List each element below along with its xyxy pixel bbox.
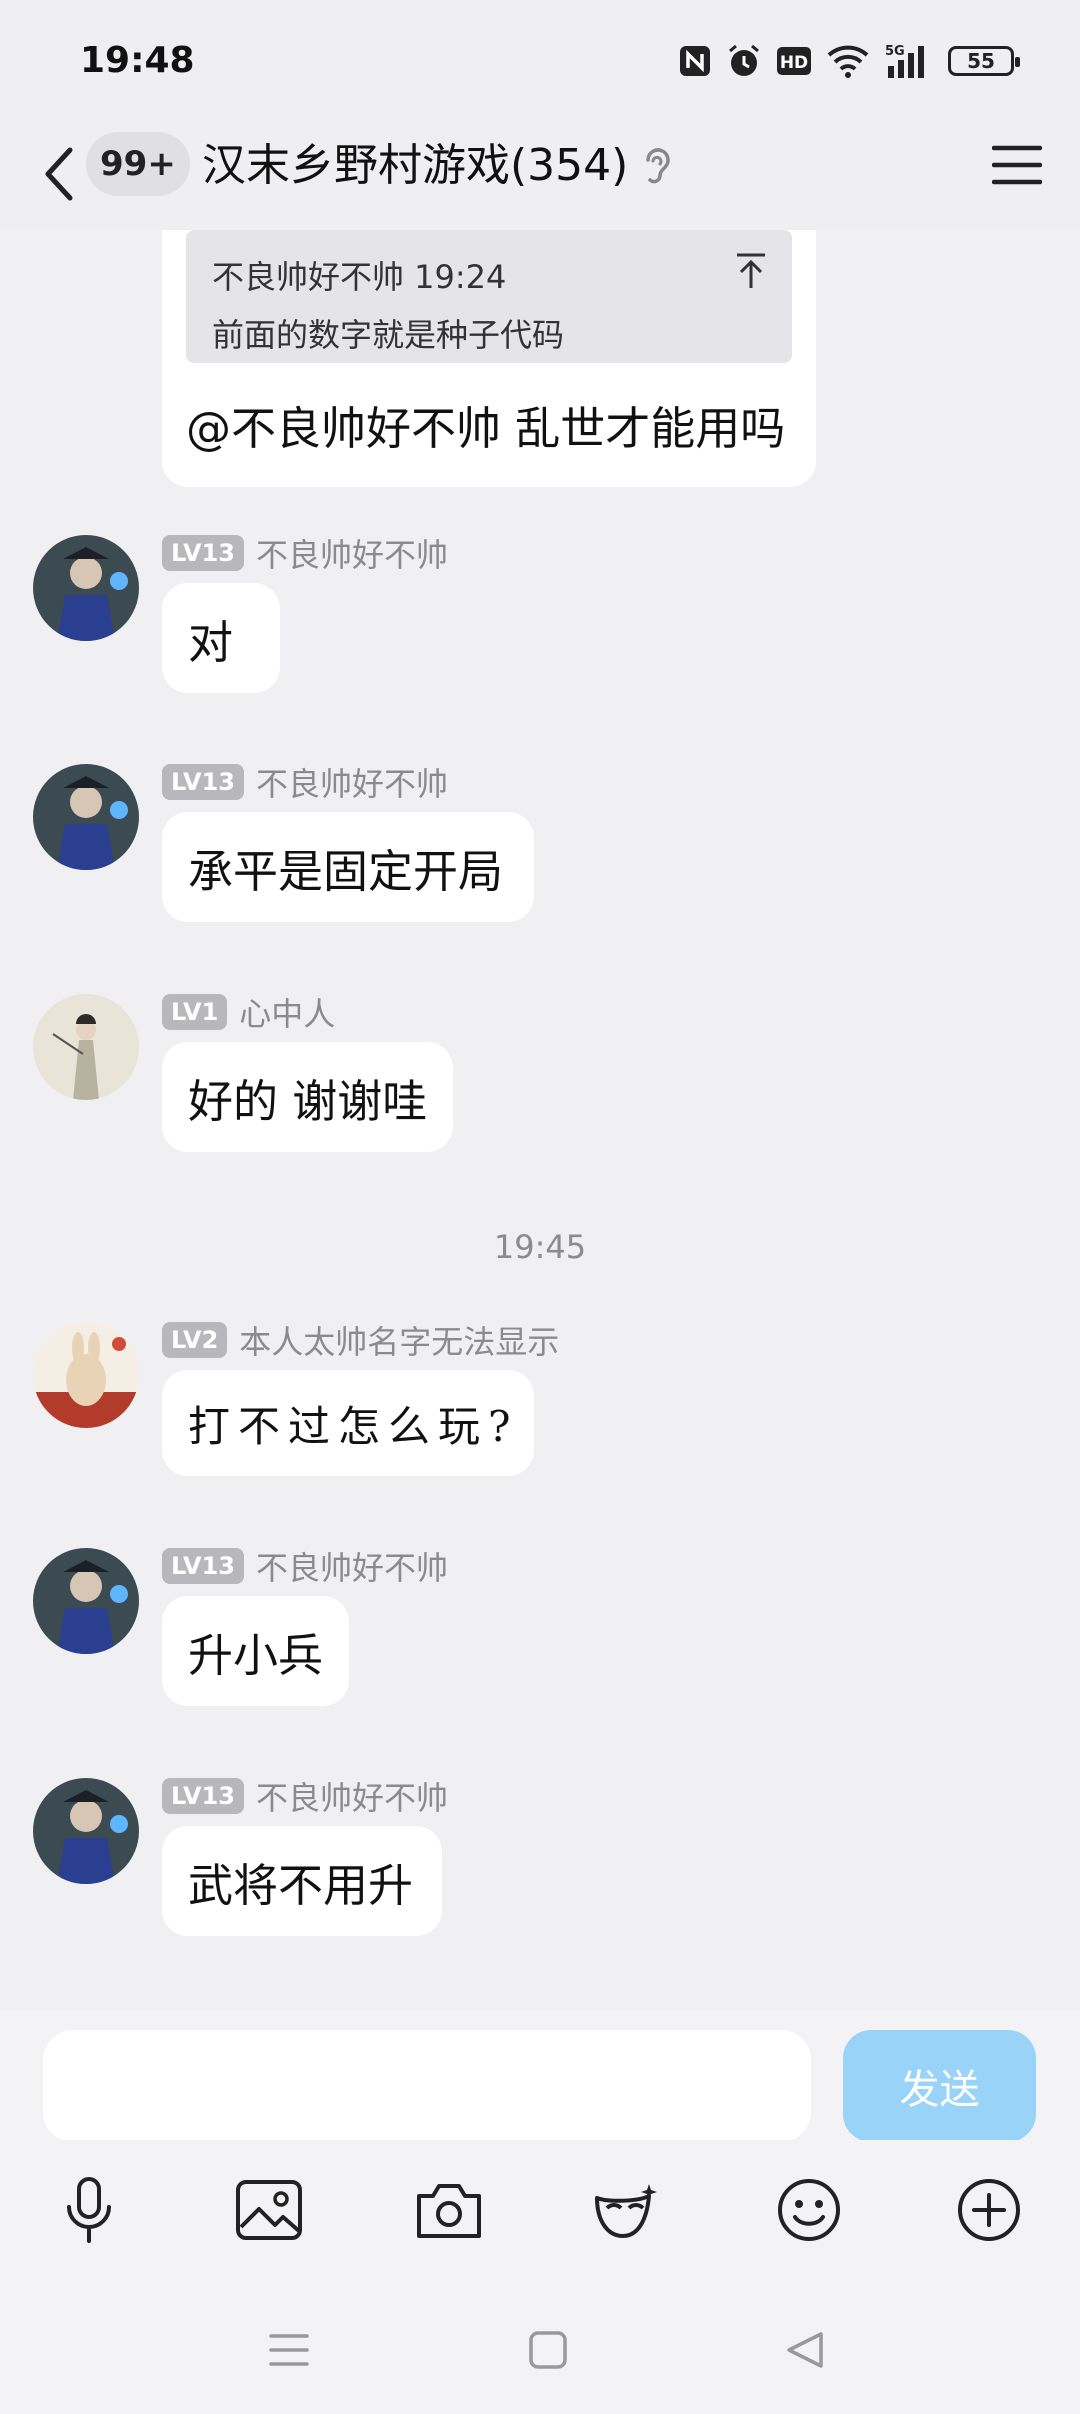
level-badge: LV1 (162, 994, 228, 1030)
sender-name[interactable]: 本人太帅名字无法显示 (239, 1317, 559, 1363)
back-button[interactable] (30, 132, 86, 216)
chat-header: 99+ 汉末乡野村游戏(354) (0, 120, 1080, 230)
sender-meta: LV2 本人太帅名字无法显示 (162, 1317, 559, 1363)
svg-text:HD: HD (780, 53, 808, 73)
avatar[interactable] (33, 764, 139, 870)
emoji-icon[interactable] (769, 2170, 849, 2250)
avatar[interactable] (33, 1778, 139, 1884)
message-input[interactable] (43, 2030, 811, 2142)
ear-icon[interactable] (640, 144, 674, 192)
reply-text: @不良帅好不帅 乱世才能用吗 (186, 402, 786, 455)
network-type-label: 5G (885, 44, 905, 59)
status-icons: HD 5G 55 (678, 42, 1020, 80)
nfc-icon (678, 44, 712, 78)
battery-icon: 55 (948, 46, 1020, 76)
quoted-text: 前面的数字就是种子代码 (212, 316, 565, 354)
menu-button[interactable] (982, 130, 1052, 200)
avatar[interactable] (33, 535, 139, 641)
message-bubble[interactable]: 承平是固定开局 (162, 812, 534, 922)
hd-icon: HD (776, 45, 812, 77)
message-bubble[interactable]: 对 (162, 583, 280, 693)
sender-name[interactable]: 不良帅好不帅 (256, 1543, 448, 1589)
composer: 发送 (0, 2010, 1080, 2142)
level-badge: LV13 (162, 535, 244, 571)
sender-meta: LV13 不良帅好不帅 (162, 530, 448, 576)
sender-name[interactable]: 不良帅好不帅 (256, 759, 448, 805)
image-icon[interactable] (229, 2170, 309, 2250)
camera-icon[interactable] (409, 2170, 489, 2250)
back-nav-icon[interactable] (775, 2320, 835, 2380)
message-bubble[interactable]: 升小兵 (162, 1596, 349, 1706)
microphone-icon[interactable] (49, 2170, 129, 2250)
message-bubble[interactable]: 打不过怎么玩? (162, 1370, 534, 1476)
sender-name[interactable]: 不良帅好不帅 (256, 1773, 448, 1819)
alarm-icon (726, 43, 762, 79)
avatar[interactable] (33, 1548, 139, 1654)
status-bar: 19:48 HD 5G 55 (0, 0, 1080, 120)
battery-level: 55 (967, 49, 995, 73)
unread-count-badge[interactable]: 99+ (86, 132, 190, 196)
system-nav-bar (0, 2280, 1080, 2414)
send-button[interactable]: 发送 (843, 2030, 1036, 2142)
status-time: 19:48 (80, 40, 195, 81)
level-badge: LV13 (162, 1548, 244, 1584)
quoted-author-time: 不良帅好不帅 19:24 (212, 258, 507, 296)
avatar[interactable] (33, 1322, 139, 1428)
plus-icon[interactable] (949, 2170, 1029, 2250)
level-badge: LV13 (162, 1778, 244, 1814)
composer-toolbar (0, 2140, 1080, 2280)
sender-name[interactable]: 不良帅好不帅 (256, 530, 448, 576)
reply-message-bubble[interactable]: 不良帅好不帅 19:24 前面的数字就是种子代码 @不良帅好不帅 乱世才能用吗 (162, 230, 816, 487)
recent-apps-icon[interactable] (259, 2320, 319, 2380)
back-icon (45, 147, 73, 201)
menu-icon (992, 145, 1042, 185)
avatar[interactable] (33, 994, 139, 1100)
sender-meta: LV1 心中人 (162, 989, 335, 1035)
group-title[interactable]: 汉末乡野村游戏(354) (202, 134, 628, 198)
message-bubble[interactable]: 武将不用升 (162, 1826, 442, 1936)
level-badge: LV2 (162, 1322, 228, 1358)
sender-meta: LV13 不良帅好不帅 (162, 759, 448, 805)
home-icon[interactable] (518, 2320, 578, 2380)
wifi-icon (826, 43, 870, 79)
quoted-message[interactable]: 不良帅好不帅 19:24 前面的数字就是种子代码 (186, 230, 792, 363)
sender-name[interactable]: 心中人 (239, 989, 335, 1035)
level-badge: LV13 (162, 764, 244, 800)
jump-to-top-icon[interactable] (734, 252, 768, 294)
mask-icon[interactable] (587, 2170, 667, 2250)
sender-meta: LV13 不良帅好不帅 (162, 1773, 448, 1819)
chat-messages[interactable]: 不良帅好不帅 19:24 前面的数字就是种子代码 @不良帅好不帅 乱世才能用吗 … (0, 230, 1080, 2010)
time-divider: 19:45 (493, 1228, 587, 1266)
sender-meta: LV13 不良帅好不帅 (162, 1543, 448, 1589)
5g-signal-icon: 5G (884, 42, 934, 80)
message-bubble[interactable]: 好的 谢谢哇 (162, 1042, 453, 1152)
